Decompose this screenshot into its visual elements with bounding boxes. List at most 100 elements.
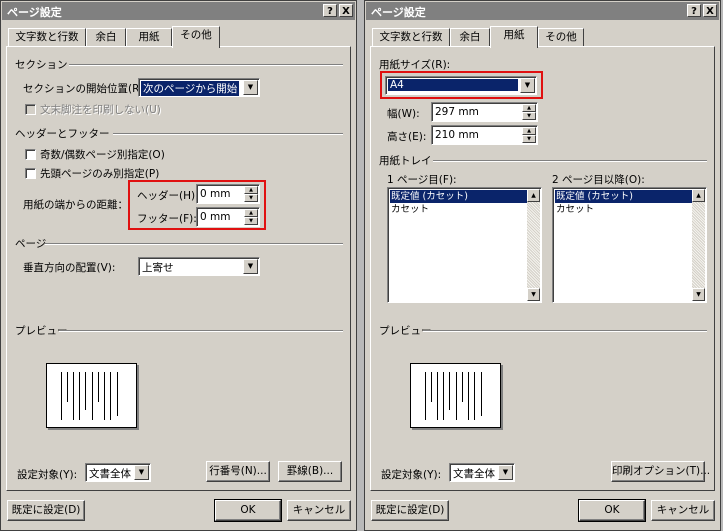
close-button[interactable]: X [339, 4, 353, 17]
apply-to-label: 設定対象(Y): [381, 469, 442, 481]
header-distance-label: ヘッダー(H): [137, 190, 199, 202]
first-page-tray-label: 1 ページ目(F): [387, 174, 457, 186]
apply-to-select[interactable]: 文書全体 ▼ [85, 463, 151, 482]
first-page-checkbox[interactable] [25, 168, 36, 179]
tab-margins[interactable]: 余白 [86, 28, 126, 47]
ok-button[interactable]: OK [578, 499, 646, 522]
header-distance-value: 0 mm [200, 188, 231, 200]
width-value: 297 mm [435, 106, 479, 118]
borders-button[interactable]: 罫線(B)... [278, 461, 342, 482]
chevron-down-icon[interactable]: ▼ [498, 465, 513, 480]
spin-up-icon[interactable]: ▲ [522, 127, 536, 135]
preview-line [85, 372, 86, 410]
width-label: 幅(W): [387, 108, 420, 120]
odd-even-checkbox[interactable] [25, 149, 36, 160]
spin-up-icon[interactable]: ▲ [522, 104, 536, 112]
preview-line [425, 372, 426, 420]
tab-characters-lines[interactable]: 文字数と行数 [8, 28, 86, 47]
preview-line [468, 372, 469, 420]
scrollbar[interactable]: ▲ ▼ [527, 189, 540, 301]
close-button[interactable]: X [703, 4, 717, 17]
page-setup-dialog-paper: ページ設定 ? X 文字数と行数 余白 用紙 その他 用紙サイズ(R): A4 … [364, 0, 721, 531]
divider [59, 330, 343, 332]
edge-distance-label: 用紙の端からの距離： [23, 199, 128, 211]
first-page-tray-list[interactable]: 既定値 (カセット) カセット ▲ ▼ [387, 187, 542, 303]
cancel-button[interactable]: キャンセル [651, 500, 715, 521]
scroll-down-icon[interactable]: ▼ [692, 288, 705, 301]
tab-other[interactable]: その他 [172, 26, 220, 48]
list-item[interactable]: カセット [555, 203, 692, 216]
first-page-label: 先頭ページのみ別指定(P) [40, 168, 160, 180]
cancel-button[interactable]: キャンセル [287, 500, 351, 521]
page-header: ページ [15, 238, 47, 250]
footer-distance-stepper[interactable]: 0 mm ▲ ▼ [196, 207, 260, 227]
paper-size-value: A4 [388, 79, 518, 91]
other-pages-tray-label: 2 ページ目以降(O): [552, 174, 645, 186]
preview-line [117, 372, 118, 416]
dialog-title: ページ設定 [7, 6, 62, 19]
preview-line [449, 372, 450, 410]
chevron-down-icon[interactable]: ▼ [243, 259, 258, 274]
tab-paper[interactable]: 用紙 [490, 26, 538, 48]
apply-to-label: 設定対象(Y): [17, 469, 78, 481]
chevron-down-icon[interactable]: ▼ [520, 78, 535, 93]
tab-paper[interactable]: 用紙 [126, 28, 172, 47]
header-distance-stepper[interactable]: 0 mm ▲ ▼ [196, 184, 260, 204]
footer-distance-label: フッター(F): [137, 213, 197, 225]
spin-down-icon[interactable]: ▼ [522, 112, 536, 120]
chevron-down-icon[interactable]: ▼ [243, 80, 258, 95]
set-default-button[interactable]: 既定に設定(D) [371, 500, 449, 521]
endnote-checkbox[interactable] [25, 104, 36, 115]
divider [69, 64, 343, 66]
list-item[interactable]: 既定値 (カセット) [555, 190, 692, 203]
list-item[interactable]: カセット [390, 203, 527, 216]
apply-to-select[interactable]: 文書全体 ▼ [449, 463, 515, 482]
spin-up-icon[interactable]: ▲ [244, 209, 258, 217]
preview-line [474, 372, 475, 420]
preview-line [110, 372, 111, 420]
height-value: 210 mm [435, 129, 479, 141]
ok-button[interactable]: OK [214, 499, 282, 522]
title-bar: ページ設定 ? X [366, 2, 719, 20]
print-options-button[interactable]: 印刷オプション(T)... [611, 461, 710, 482]
preview-line [61, 372, 62, 420]
scroll-up-icon[interactable]: ▲ [527, 189, 540, 202]
help-button[interactable]: ? [687, 4, 701, 17]
help-button[interactable]: ? [323, 4, 337, 17]
set-default-button[interactable]: 既定に設定(D) [7, 500, 85, 521]
apply-to-value: 文書全体 [89, 468, 131, 480]
spin-down-icon[interactable]: ▼ [522, 135, 536, 143]
spin-down-icon[interactable]: ▼ [244, 194, 258, 202]
divider [433, 160, 707, 162]
scroll-up-icon[interactable]: ▲ [692, 189, 705, 202]
list-item[interactable]: 既定値 (カセット) [390, 190, 527, 203]
vertical-align-select[interactable]: 上寄せ ▼ [138, 257, 260, 276]
divider [45, 243, 343, 245]
scrollbar[interactable]: ▲ ▼ [692, 189, 705, 301]
height-label: 高さ(E): [387, 131, 427, 143]
tab-other[interactable]: その他 [538, 28, 584, 47]
paper-size-select[interactable]: A4 ▼ [385, 76, 537, 95]
section-start-select[interactable]: 次のページから開始 ▼ [138, 78, 260, 97]
divider [423, 330, 707, 332]
paper-size-label: 用紙サイズ(R): [379, 59, 451, 71]
scroll-down-icon[interactable]: ▼ [527, 288, 540, 301]
section-start-value: 次のページから開始 [141, 81, 240, 96]
vertical-align-value: 上寄せ [142, 262, 174, 274]
line-numbers-button[interactable]: 行番号(N)... [206, 461, 270, 482]
preview-line [79, 372, 80, 420]
other-pages-tray-list[interactable]: 既定値 (カセット) カセット ▲ ▼ [552, 187, 707, 303]
chevron-down-icon[interactable]: ▼ [134, 465, 149, 480]
section-header: セクション [15, 59, 68, 71]
preview-line [456, 372, 457, 420]
preview-line [437, 372, 438, 420]
height-stepper[interactable]: 210 mm ▲ ▼ [431, 125, 538, 145]
preview-line [98, 372, 99, 402]
spin-up-icon[interactable]: ▲ [244, 186, 258, 194]
tab-characters-lines[interactable]: 文字数と行数 [372, 28, 450, 47]
preview-line [462, 372, 463, 402]
width-stepper[interactable]: 297 mm ▲ ▼ [431, 102, 538, 122]
spin-down-icon[interactable]: ▼ [244, 217, 258, 225]
tab-margins[interactable]: 余白 [450, 28, 490, 47]
preview-line [443, 372, 444, 420]
